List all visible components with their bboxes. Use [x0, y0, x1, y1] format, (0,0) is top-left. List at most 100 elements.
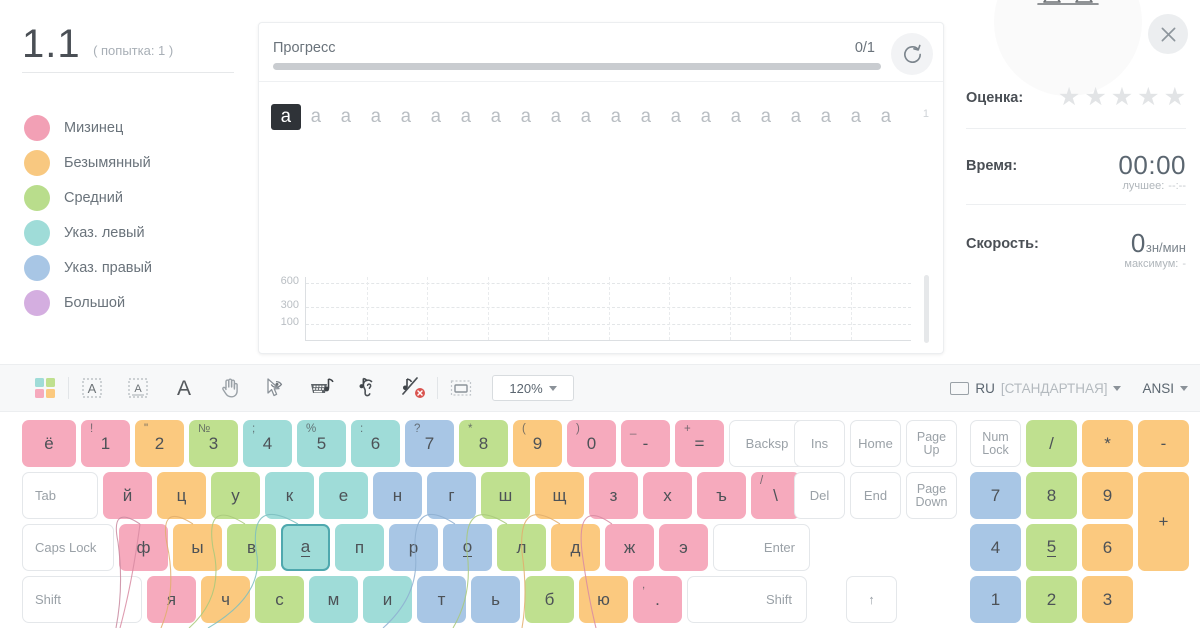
key-3[interactable]: 3	[1082, 576, 1133, 623]
toolbar: A A A 120% RU [СТАНДАРТНАЯ] ANSI	[0, 364, 1200, 412]
speed-max-label: максимум:	[1124, 258, 1179, 270]
restart-button[interactable]	[891, 33, 933, 75]
key-1[interactable]: ! 1	[81, 420, 130, 467]
close-button[interactable]	[1148, 14, 1188, 54]
key-+[interactable]: +	[1138, 472, 1189, 571]
key-5[interactable]: 5	[1026, 524, 1077, 571]
key-4[interactable]: ; 4	[243, 420, 292, 467]
color-blocks-button[interactable]	[22, 365, 68, 411]
key-в[interactable]: в	[227, 524, 276, 571]
letter-box-dashed-button[interactable]: A	[69, 365, 115, 411]
key-1[interactable]: 1	[970, 576, 1021, 623]
keyboard-sound-button[interactable]	[299, 365, 345, 411]
key-3[interactable]: № 3	[189, 420, 238, 467]
key-7[interactable]: ? 7	[405, 420, 454, 467]
cursor-eye-button[interactable]	[253, 365, 299, 411]
key-е[interactable]: е	[319, 472, 368, 519]
key-э[interactable]: э	[659, 524, 708, 571]
key-т[interactable]: т	[417, 576, 466, 623]
key-х[interactable]: х	[643, 472, 692, 519]
chevron-down-icon-lang	[1113, 385, 1122, 391]
key--[interactable]: -	[1138, 420, 1189, 467]
rating-star[interactable]: ★	[1164, 85, 1186, 110]
key-а[interactable]: а	[281, 524, 330, 571]
rating-star[interactable]: ★	[1084, 85, 1106, 110]
language-select[interactable]: RU [СТАНДАРТНАЯ]	[950, 381, 1122, 396]
key-ё[interactable]: ё	[22, 420, 76, 467]
key-9[interactable]: (9	[513, 420, 562, 467]
key-я[interactable]: я	[147, 576, 196, 623]
key-ъ[interactable]: ъ	[697, 472, 746, 519]
keyboard-row-home: Caps Lock ф ы в а п р о л д ж э Enter	[22, 524, 810, 571]
chart-scrollbar[interactable]	[924, 275, 929, 343]
key-sup-label: _	[630, 423, 637, 435]
key-б[interactable]: б	[525, 576, 574, 623]
key-й[interactable]: й	[103, 472, 152, 519]
key-/[interactable]: /	[1026, 420, 1077, 467]
key-enter[interactable]: Enter	[713, 524, 810, 571]
key-у[interactable]: у	[211, 472, 260, 519]
key-о[interactable]: о	[443, 524, 492, 571]
rating-star[interactable]: ★	[1137, 85, 1159, 110]
key-6[interactable]: :6	[351, 420, 400, 467]
key-л[interactable]: л	[497, 524, 546, 571]
key-и[interactable]: и	[363, 576, 412, 623]
key-2[interactable]: 2	[1026, 576, 1077, 623]
key-shift[interactable]: Shift	[22, 576, 142, 623]
key-8[interactable]: * 8	[459, 420, 508, 467]
key-щ[interactable]: щ	[535, 472, 584, 519]
key-ф[interactable]: ф	[119, 524, 168, 571]
screen-button[interactable]	[438, 365, 484, 411]
ear-note-button[interactable]	[345, 365, 391, 411]
standard-select[interactable]: ANSI	[1142, 381, 1188, 396]
key-↑[interactable]: ↑	[846, 576, 897, 623]
key-0[interactable]: ) 0	[567, 420, 616, 467]
key-2[interactable]: " 2	[135, 420, 184, 467]
key-=[interactable]: + =	[675, 420, 724, 467]
key-*[interactable]: *	[1082, 420, 1133, 467]
key-к[interactable]: к	[265, 472, 314, 519]
key-4[interactable]: 4	[970, 524, 1021, 571]
key-caps-lock[interactable]: Caps Lock	[22, 524, 114, 571]
key--[interactable]: _ -	[621, 420, 670, 467]
key-д[interactable]: д	[551, 524, 600, 571]
typing-area[interactable]: ааааааааааааааааааааа 1	[259, 82, 943, 288]
key-ins[interactable]: Ins	[794, 420, 845, 467]
key-.[interactable]: ,.	[633, 576, 682, 623]
key-ы[interactable]: ы	[173, 524, 222, 571]
key-tab[interactable]: Tab	[22, 472, 98, 519]
key-н[interactable]: н	[373, 472, 422, 519]
letter-large-button[interactable]: A	[161, 365, 207, 411]
key-end[interactable]: End	[850, 472, 901, 519]
key-с[interactable]: с	[255, 576, 304, 623]
key-ц[interactable]: ц	[157, 472, 206, 519]
zoom-select[interactable]: 120%	[492, 375, 574, 401]
key-7[interactable]: 7	[970, 472, 1021, 519]
key-ь[interactable]: ь	[471, 576, 520, 623]
key-page-down[interactable]: Page Down	[906, 472, 957, 519]
key-8[interactable]: 8	[1026, 472, 1077, 519]
key-9[interactable]: 9	[1082, 472, 1133, 519]
key-6[interactable]: 6	[1082, 524, 1133, 571]
key-ш[interactable]: ш	[481, 472, 530, 519]
rating-star[interactable]: ★	[1058, 85, 1080, 110]
key-page-up[interactable]: Page Up	[906, 420, 957, 467]
key-з[interactable]: з	[589, 472, 638, 519]
key-ч[interactable]: ч	[201, 576, 250, 623]
key-shift[interactable]: Shift	[687, 576, 807, 623]
letter-box-hint-button[interactable]: A	[115, 365, 161, 411]
key-\[interactable]: / \	[751, 472, 800, 519]
key-п[interactable]: п	[335, 524, 384, 571]
key-м[interactable]: м	[309, 576, 358, 623]
key-г[interactable]: г	[427, 472, 476, 519]
key-num-lock[interactable]: Num Lock	[970, 420, 1021, 467]
key-р[interactable]: р	[389, 524, 438, 571]
rating-star[interactable]: ★	[1111, 85, 1133, 110]
key-del[interactable]: Del	[794, 472, 845, 519]
key-5[interactable]: % 5	[297, 420, 346, 467]
mute-error-button[interactable]	[391, 365, 437, 411]
key-home[interactable]: Home	[850, 420, 901, 467]
key-ю[interactable]: ю	[579, 576, 628, 623]
hand-button[interactable]	[207, 365, 253, 411]
key-ж[interactable]: ж	[605, 524, 654, 571]
